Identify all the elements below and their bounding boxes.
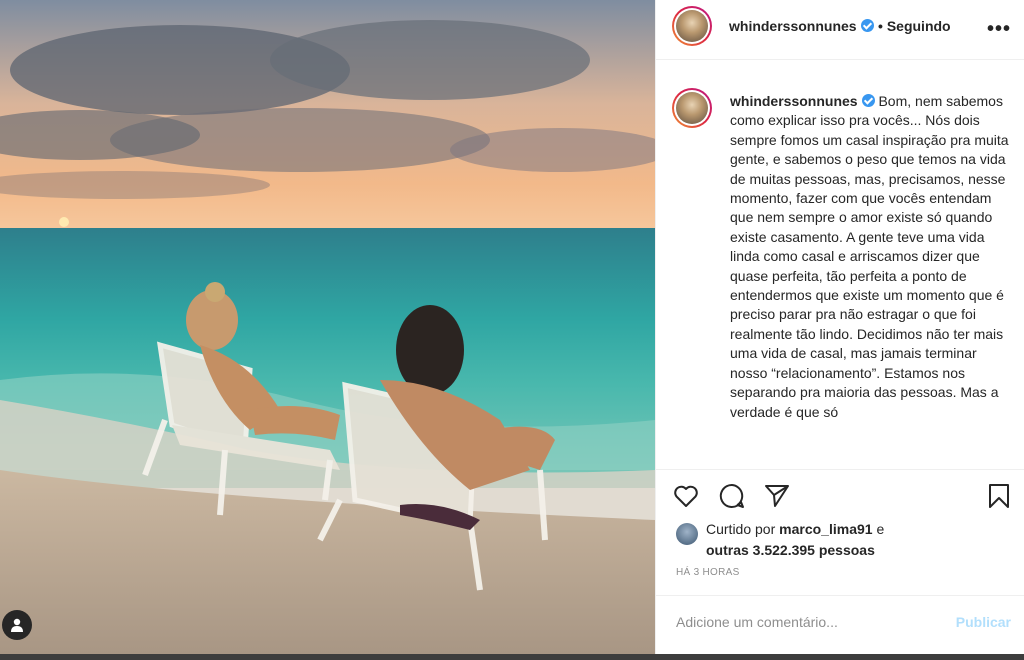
comment-box: Publicar	[656, 595, 1024, 654]
caption-username[interactable]: whinderssonnunes	[730, 93, 858, 109]
post-header: whinderssonnunes • Seguindo •••	[656, 0, 1024, 60]
follow-status[interactable]: • Seguindo	[878, 18, 951, 34]
more-options-button[interactable]: •••	[987, 18, 1011, 41]
verified-badge-icon	[860, 19, 874, 32]
comment-icon	[719, 483, 744, 508]
liker-avatar[interactable]	[676, 523, 698, 545]
liked-others-link[interactable]: outras 3.522.395 pessoas	[706, 542, 875, 558]
liked-by-prefix: Curtido por	[706, 521, 776, 537]
share-button[interactable]	[763, 482, 791, 510]
likes-summary: Curtido por marco_lima91 e outras 3.522.…	[676, 519, 884, 561]
caption-text: Bom, nem sabemos como explicar isso pra …	[730, 93, 1009, 420]
liked-by-joiner: e	[876, 521, 885, 537]
post-side-panel: whinderssonnunes • Seguindo ••• whinders…	[655, 0, 1024, 654]
liked-by-user[interactable]: marco_lima91	[779, 521, 872, 537]
post-timestamp[interactable]: HÁ 3 HORAS	[676, 567, 740, 578]
verified-badge-icon	[861, 94, 875, 107]
publish-button[interactable]: Publicar	[956, 614, 1011, 630]
post-actions	[656, 469, 1024, 521]
bottom-feed-strip	[0, 654, 1024, 660]
post-photo[interactable]	[0, 0, 655, 655]
caption-avatar[interactable]	[672, 88, 712, 128]
share-icon	[765, 485, 789, 507]
comment-input[interactable]	[674, 613, 938, 631]
user-icon	[11, 618, 23, 632]
post-caption: whinderssonnunes Bom, nem sabemos como e…	[672, 88, 1017, 466]
tagged-users-button[interactable]	[2, 610, 32, 640]
beach-sunset-image	[0, 0, 655, 655]
comment-button[interactable]	[718, 482, 746, 510]
author-avatar[interactable]	[672, 6, 712, 46]
save-button[interactable]	[985, 482, 1013, 510]
bookmark-icon	[989, 484, 1009, 508]
author-username[interactable]: whinderssonnunes	[729, 18, 857, 34]
like-button[interactable]	[672, 482, 700, 510]
heart-icon	[674, 485, 698, 507]
